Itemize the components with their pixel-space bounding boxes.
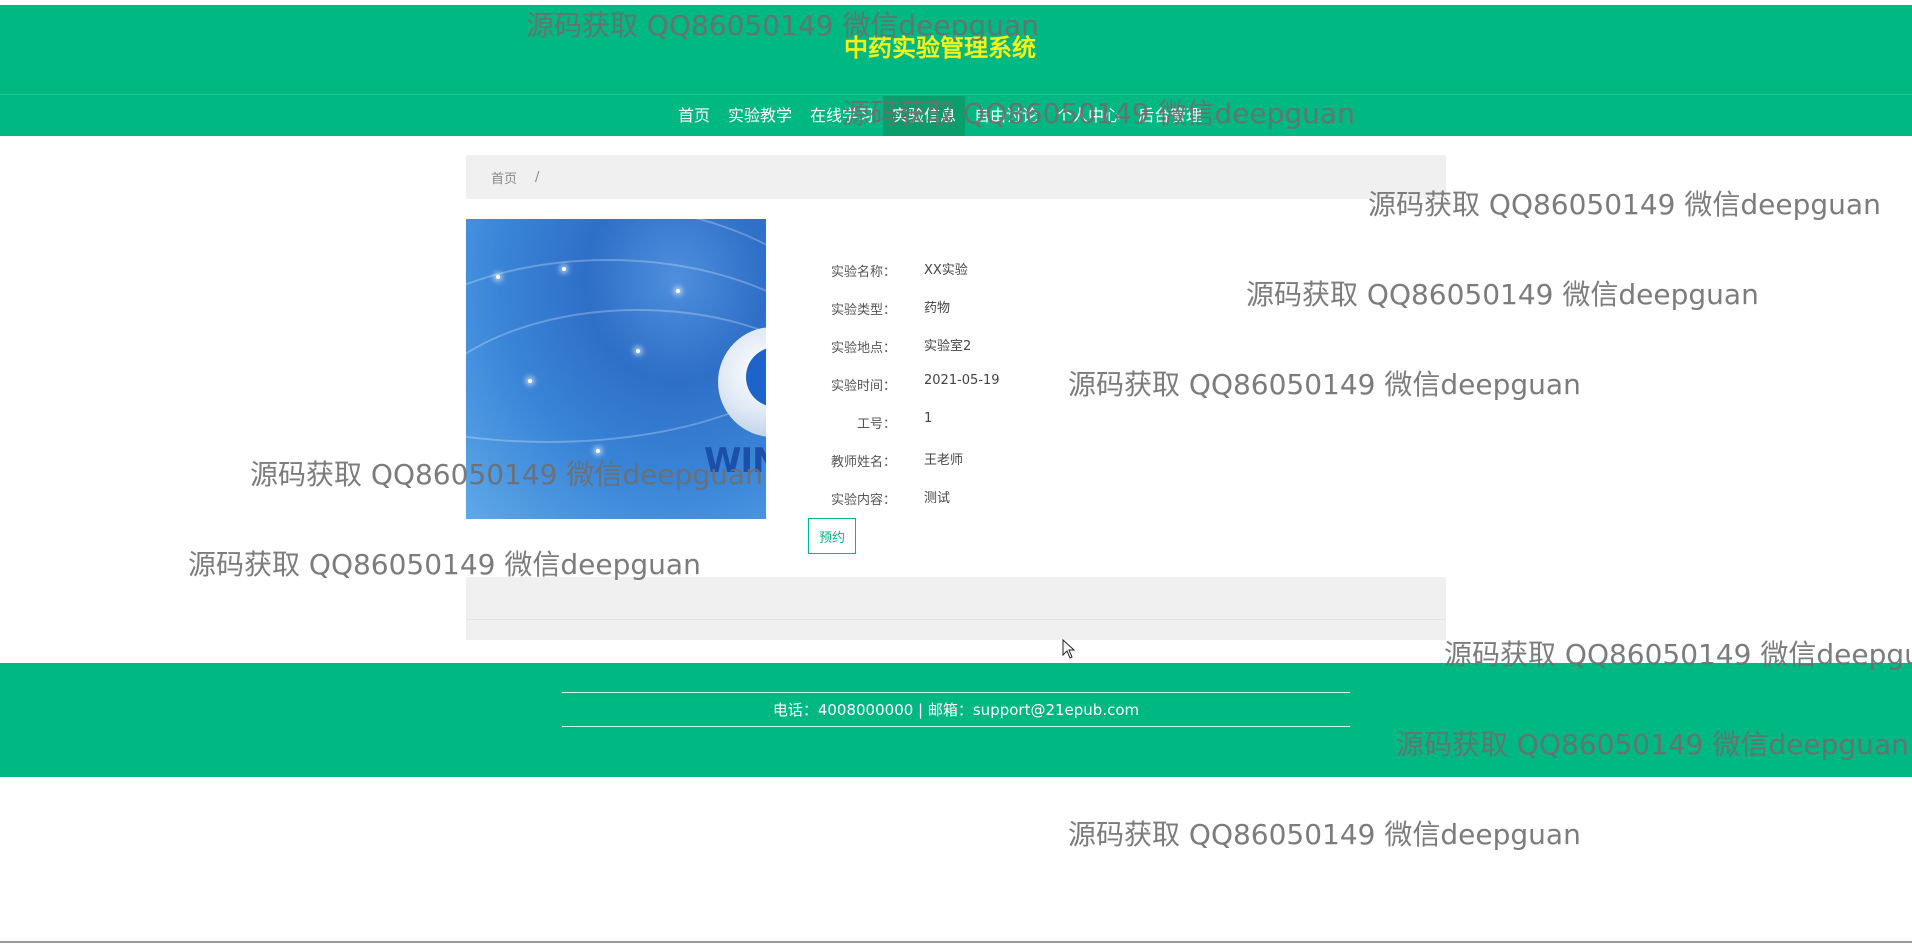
detail-value: 药物 [924,301,951,316]
nav-item-admin[interactable]: 后台管理 [1129,96,1211,136]
detail-label: 实验时间： [830,379,896,394]
nav-item-personal-center[interactable]: 个人中心 [1047,96,1129,136]
detail-label: 工号： [856,417,896,432]
watermark: 源码获取 QQ86050149 微信deepguan [1068,818,1581,851]
watermark: 源码获取 QQ86050149 微信deepguan [1068,368,1581,401]
breadcrumb-separator: / [535,169,540,185]
experiment-image: WIN [466,219,766,519]
mouse-cursor-icon [1062,639,1076,659]
content-panel [466,577,1446,640]
book-button[interactable]: 预约 [808,518,856,554]
detail-label: 实验名称： [830,265,896,280]
detail-label: 实验类型： [830,303,896,318]
detail-value: 测试 [924,491,951,506]
image-star [496,275,500,279]
detail-value: 2021-05-19 [924,373,1000,388]
nav-item-online-learning[interactable]: 在线学习 [801,96,883,136]
image-star [528,379,532,383]
detail-label: 实验地点： [830,341,896,356]
footer: 电话：4008000000 | 邮箱：support@21epub.com [0,663,1912,777]
windows-logo-text: WIN [704,441,766,481]
panel-divider [466,619,1446,620]
main-nav: 首页 实验教学 在线学习 实验信息 自由讨论 个人中心 后台管理 [0,96,1880,136]
image-star [676,289,680,293]
nav-divider [0,94,1912,95]
breadcrumb: 首页 / [466,155,1446,199]
footer-divider [562,692,1350,693]
nav-item-discussion[interactable]: 自由讨论 [965,96,1047,136]
image-star [562,267,566,271]
window-bottom-border [0,941,1912,943]
detail-label: 实验内容： [830,493,896,508]
footer-divider [562,726,1350,727]
nav-item-home[interactable]: 首页 [669,96,719,136]
detail-value: XX实验 [924,263,968,278]
nav-item-experiment-info[interactable]: 实验信息 [882,96,965,136]
nav-item-teaching[interactable]: 实验教学 [719,96,801,136]
image-star [596,449,600,453]
watermark: 源码获取 QQ86050149 微信deepguan [1246,278,1759,311]
image-star [636,349,640,353]
detail-value: 实验室2 [924,339,972,354]
breadcrumb-home[interactable]: 首页 [491,168,517,187]
detail-value: 王老师 [924,453,964,468]
site-title: 中药实验管理系统 [844,34,1036,62]
detail-label: 教师姓名： [830,455,896,470]
detail-value: 1 [924,411,933,426]
footer-contact: 电话：4008000000 | 邮箱：support@21epub.com [772,701,1140,719]
image-arc [466,219,766,443]
